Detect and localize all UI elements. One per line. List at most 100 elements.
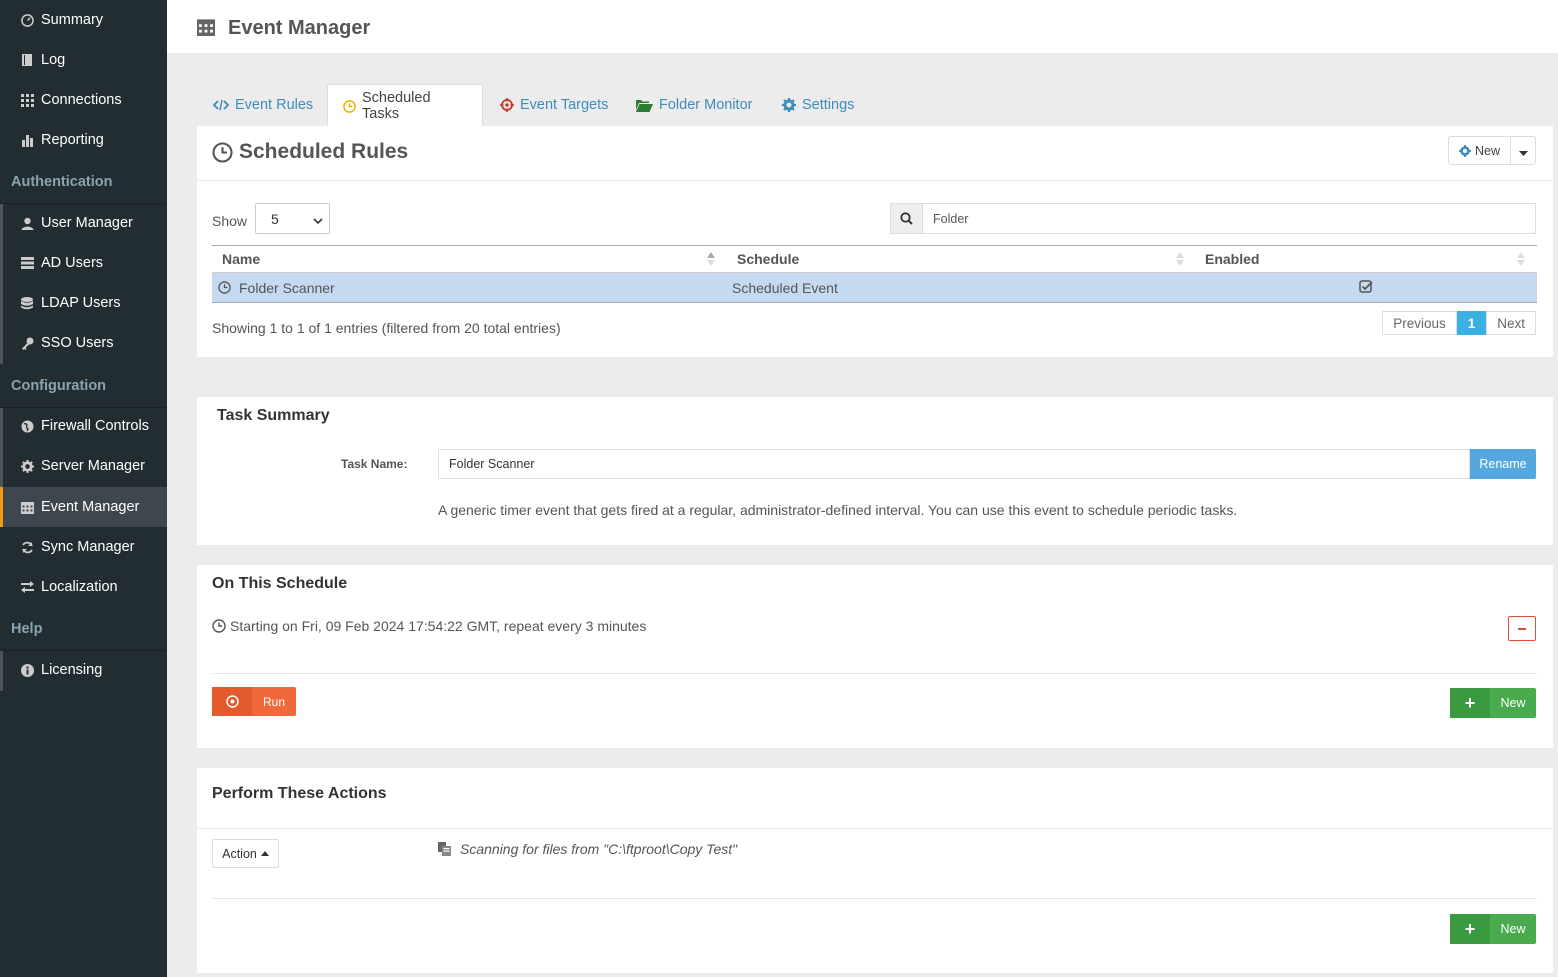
- sidebar-item-ldap-users[interactable]: LDAP Users: [0, 283, 167, 323]
- gear-icon: [782, 98, 796, 112]
- tab-event-rules[interactable]: Event Rules: [198, 84, 328, 126]
- search-icon: [891, 204, 923, 233]
- task-name-input[interactable]: Folder Scanner: [438, 449, 1470, 479]
- sidebar-item-label: Server Manager: [41, 458, 145, 474]
- grid-icon: [20, 93, 34, 107]
- gear-icon: [1458, 144, 1471, 157]
- sidebar-item-label: LDAP Users: [41, 295, 121, 311]
- divider: [212, 673, 1537, 674]
- plus-icon: +: [1450, 914, 1490, 944]
- scheduled-rules-panel: Scheduled Rules New Show 5 Folder Name S…: [197, 126, 1553, 357]
- schedule-panel: On This Schedule Starting on Fri, 09 Feb…: [197, 565, 1553, 748]
- sidebar-header-help: Help: [0, 607, 167, 651]
- new-schedule-button[interactable]: + New: [1450, 688, 1536, 718]
- divider: [197, 828, 1553, 829]
- list-icon: [20, 256, 34, 270]
- sidebar-item-reporting[interactable]: Reporting: [0, 120, 167, 160]
- task-summary-title: Task Summary: [217, 407, 330, 424]
- next-page-button[interactable]: Next: [1486, 311, 1536, 335]
- action-dropdown-button[interactable]: Action: [212, 839, 279, 868]
- sidebar-item-event-manager[interactable]: Event Manager: [0, 487, 167, 527]
- refresh-icon: [20, 540, 34, 554]
- clock-icon: [212, 619, 226, 633]
- clock-icon: [212, 141, 233, 163]
- copy-files-icon: [438, 842, 452, 856]
- sidebar-item-label: SSO Users: [41, 335, 114, 351]
- schedule-entry-text: Starting on Fri, 09 Feb 2024 17:54:22 GM…: [230, 618, 647, 634]
- pagination: Previous 1 Next: [1382, 311, 1536, 335]
- new-rule-label: New: [1474, 143, 1500, 158]
- search-box: Folder: [890, 203, 1536, 234]
- crosshair-icon: [500, 98, 514, 112]
- new-schedule-label: New: [1500, 696, 1526, 710]
- column-header-name[interactable]: Name: [222, 251, 260, 267]
- gear-icon: [20, 459, 34, 473]
- bar-chart-icon: [20, 133, 34, 147]
- page-1-button[interactable]: 1: [1456, 311, 1487, 335]
- page-size-select[interactable]: 5: [255, 203, 330, 234]
- sidebar-item-summary[interactable]: Summary: [0, 0, 167, 40]
- sidebar-item-user-manager[interactable]: User Manager: [0, 203, 167, 243]
- sidebar-item-label: Event Manager: [41, 499, 140, 515]
- table-info: Showing 1 to 1 of 1 entries (filtered fr…: [212, 320, 561, 336]
- previous-page-button[interactable]: Previous: [1382, 311, 1457, 335]
- remove-schedule-button[interactable]: [1508, 616, 1536, 641]
- tab-folder-monitor[interactable]: Folder Monitor: [621, 84, 767, 126]
- column-header-schedule[interactable]: Schedule: [737, 251, 799, 267]
- new-rule-dropdown-toggle[interactable]: [1511, 137, 1535, 164]
- new-rule-button-group: New: [1447, 136, 1536, 165]
- database-icon: [20, 296, 34, 310]
- sidebar-item-server-manager[interactable]: Server Manager: [0, 446, 167, 486]
- clock-icon: [343, 99, 356, 113]
- exchange-icon: [20, 580, 34, 594]
- enabled-check-icon: [1359, 280, 1373, 297]
- sidebar-item-label: Sync Manager: [41, 539, 135, 555]
- sidebar-item-localization[interactable]: Localization: [0, 567, 167, 607]
- action-entry: Scanning for files from "C:\ftproot\Copy…: [438, 841, 737, 857]
- table-row[interactable]: Folder Scanner Scheduled Event: [212, 273, 1537, 303]
- sidebar-item-log[interactable]: Log: [0, 40, 167, 80]
- new-action-button[interactable]: + New: [1450, 914, 1536, 944]
- sort-icon: [1517, 252, 1525, 269]
- sidebar-item-label: Localization: [41, 579, 118, 595]
- page-header: Event Manager: [167, 0, 1558, 53]
- sidebar-item-firewall-controls[interactable]: Firewall Controls: [0, 406, 167, 446]
- new-rule-button[interactable]: New: [1449, 137, 1511, 164]
- sidebar: Summary Log Connections Reporting Authen…: [0, 0, 167, 977]
- chevron-down-icon: [313, 213, 323, 229]
- tab-event-targets[interactable]: Event Targets: [485, 84, 623, 126]
- sidebar-item-licensing[interactable]: Licensing: [0, 650, 167, 690]
- sidebar-item-label: Log: [41, 52, 66, 68]
- globe-icon: [20, 419, 34, 433]
- action-entry-text: Scanning for files from "C:\ftproot\Copy…: [460, 841, 738, 857]
- scheduled-rules-title: Scheduled Rules: [212, 140, 408, 164]
- tab-settings[interactable]: Settings: [767, 84, 869, 126]
- sidebar-item-label: Summary: [41, 12, 104, 28]
- column-header-enabled[interactable]: Enabled: [1205, 251, 1259, 267]
- run-button[interactable]: Run: [212, 687, 296, 716]
- show-label: Show: [212, 213, 248, 229]
- clock-icon: [218, 281, 231, 297]
- task-summary-panel: Task Summary Task Name: Folder Scanner R…: [197, 397, 1553, 545]
- calendar-icon: [20, 500, 34, 514]
- sidebar-item-sync-manager[interactable]: Sync Manager: [0, 527, 167, 567]
- new-action-label: New: [1500, 922, 1526, 936]
- sidebar-item-sso-users[interactable]: SSO Users: [0, 323, 167, 363]
- table-header: Name Schedule Enabled: [212, 245, 1537, 273]
- rename-button[interactable]: Rename: [1470, 449, 1536, 479]
- search-input[interactable]: Folder: [923, 204, 968, 233]
- sidebar-item-ad-users[interactable]: AD Users: [0, 243, 167, 283]
- sidebar-item-label: Reporting: [41, 132, 104, 148]
- sort-asc-icon: [707, 252, 715, 269]
- tab-scheduled-tasks[interactable]: Scheduled Tasks: [327, 84, 483, 127]
- schedule-title: On This Schedule: [212, 575, 348, 592]
- minus-icon: [1518, 627, 1526, 630]
- sidebar-item-label: User Manager: [41, 215, 133, 231]
- divider: [212, 898, 1537, 899]
- sidebar-item-connections[interactable]: Connections: [0, 80, 167, 120]
- task-description: A generic timer event that gets fired at…: [438, 502, 1238, 518]
- tab-label: Folder Monitor: [659, 97, 753, 113]
- sidebar-item-label: Licensing: [41, 662, 103, 678]
- plus-icon: +: [1450, 688, 1490, 718]
- schedule-entry: Starting on Fri, 09 Feb 2024 17:54:22 GM…: [212, 618, 646, 634]
